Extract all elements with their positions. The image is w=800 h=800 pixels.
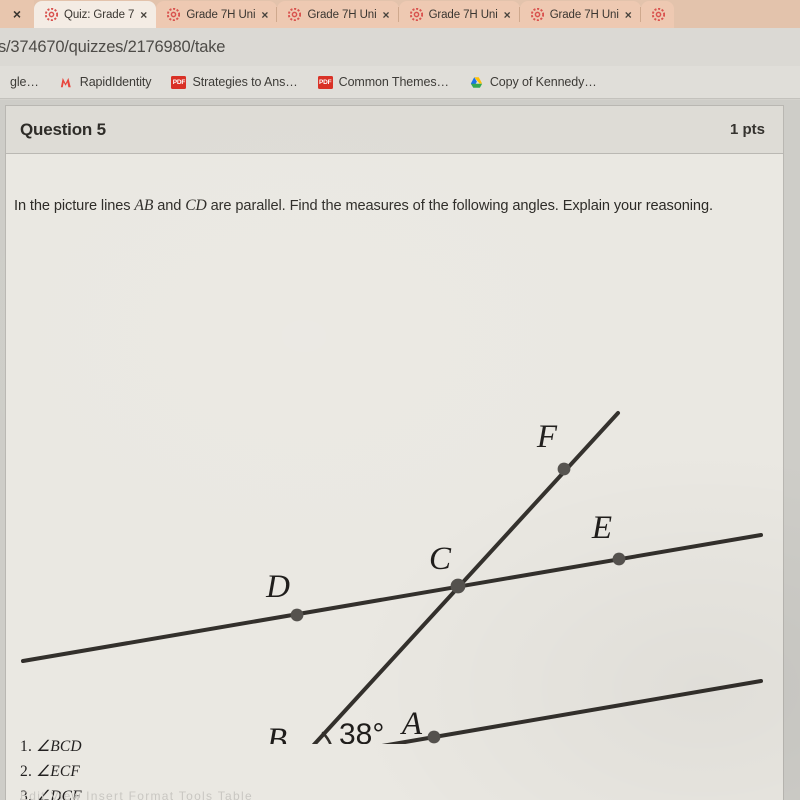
question-points: 1 pts: [729, 121, 765, 138]
bookmark-common-themes[interactable]: PDF Common Themes…: [308, 69, 459, 95]
list-item: 2. ∠ECF: [20, 759, 82, 784]
tab-title: Grade 7H Uni: [307, 8, 377, 21]
list-item-number: 2.: [20, 763, 33, 781]
page-viewport: Question 5 1 pts In the picture lines AB…: [0, 100, 800, 800]
bookmark-label: Copy of Kennedy…: [489, 75, 597, 89]
quiz-favicon: [530, 8, 544, 21]
tab-overflow-partial[interactable]: [640, 1, 674, 28]
math-label-cd: CD: [185, 197, 207, 214]
tab-title: Quiz: Grade 7: [64, 8, 135, 21]
label-A: A: [400, 706, 423, 742]
question-header: Question 5 1 pts: [6, 106, 783, 154]
tab-grade-7h-unit-4[interactable]: Grade 7H Uni ×: [519, 1, 641, 28]
transversal-BF: [311, 411, 620, 744]
label-D: D: [265, 569, 290, 605]
point-E: [612, 552, 626, 566]
point-D: [290, 608, 304, 622]
bookmark-rapididentity[interactable]: RapidIdentity: [49, 69, 162, 95]
question-card: Question 5 1 pts In the picture lines AB…: [5, 105, 784, 800]
prompt-part-1: In the picture lines: [14, 198, 135, 214]
geometry-svg: F E C D A B 38°: [21, 411, 763, 744]
label-B: B: [267, 722, 287, 744]
browser-window: × Quiz: Grade 7 × Grade 7H Uni × Grade 7…: [0, 0, 800, 800]
tab-title: Grade 7H Uni: [549, 8, 619, 21]
pdf-icon: PDF: [171, 75, 187, 89]
list-item: 1. ∠BCD: [20, 734, 82, 759]
quiz-favicon: [45, 8, 58, 21]
bookmark-label: RapidIdentity: [79, 75, 152, 89]
rapididentity-icon: [60, 77, 71, 87]
list-item-number: 1.: [20, 738, 33, 755]
prompt-part-3: are parallel. Find the measures of the f…: [206, 198, 713, 214]
bookmark-copy-of-kennedy[interactable]: Copy of Kennedy…: [459, 69, 607, 95]
page-title: Question 5: [20, 119, 106, 139]
point-F: [557, 462, 571, 476]
bookmark-label: Strategies to Ans…: [192, 75, 298, 89]
bookmarks-bar: gle… RapidIdentity PDF Strategies to Ans…: [0, 66, 800, 99]
quiz-favicon: [409, 8, 423, 21]
tab-title: Grade 7H Uni: [428, 8, 498, 21]
rich-text-editor-menubar[interactable]: Edit View Insert Format Tools Table: [20, 789, 253, 800]
tab-grade-7h-unit-2[interactable]: Grade 7H Uni ×: [277, 1, 399, 28]
line-CD: [21, 533, 763, 663]
bookmark-label: gle…: [10, 75, 39, 89]
tab-title: Grade 7H Uni: [186, 8, 256, 21]
url-text: s/374670/quizzes/2176980/take: [0, 37, 226, 56]
angle-label-38: 38°: [339, 718, 384, 744]
question-prompt: In the picture lines AB and CD are paral…: [14, 194, 759, 218]
quiz-favicon: [167, 8, 181, 21]
address-bar[interactable]: s/374670/quizzes/2176980/take: [0, 28, 800, 66]
google-drive-icon: [470, 76, 482, 88]
tab-close-icon[interactable]: ×: [504, 9, 511, 21]
list-item-label: ∠BCD: [36, 738, 82, 755]
tab-close-icon[interactable]: ×: [625, 9, 632, 21]
tab-close-icon[interactable]: ×: [383, 9, 390, 21]
quiz-favicon: [288, 8, 302, 21]
tab-grade-7h-unit-3[interactable]: Grade 7H Uni ×: [398, 1, 520, 28]
question-body: In the picture lines AB and CD are paral…: [6, 154, 783, 800]
geometry-figure: F E C D A B 38°: [6, 304, 785, 744]
tab-grade-7h-unit-1[interactable]: Grade 7H Uni ×: [156, 1, 278, 28]
tab-close-icon[interactable]: ×: [261, 9, 268, 21]
label-C: C: [429, 541, 452, 577]
bookmark-strategies-to-answer[interactable]: PDF Strategies to Ans…: [161, 69, 307, 95]
point-A: [427, 730, 441, 744]
tab-strip: × Quiz: Grade 7 × Grade 7H Uni × Grade 7…: [0, 0, 800, 28]
bookmark-google-truncated[interactable]: gle…: [0, 69, 49, 95]
prompt-part-2: and: [153, 198, 186, 214]
angle-arc-38: [321, 731, 332, 744]
line-AB: [381, 679, 763, 744]
label-F: F: [536, 419, 558, 455]
label-E: E: [591, 510, 612, 546]
tab-close-icon[interactable]: ×: [140, 9, 147, 21]
bookmark-label: Common Themes…: [338, 75, 449, 89]
list-item-label: ∠ECF: [36, 763, 81, 781]
tab-edge-close-button[interactable]: ×: [0, 0, 34, 28]
point-C: [450, 578, 466, 594]
quiz-favicon: [651, 8, 665, 21]
tab-quiz-grade-7[interactable]: Quiz: Grade 7 ×: [34, 1, 157, 28]
pdf-icon: PDF: [317, 75, 333, 89]
math-label-ab: AB: [134, 197, 154, 214]
